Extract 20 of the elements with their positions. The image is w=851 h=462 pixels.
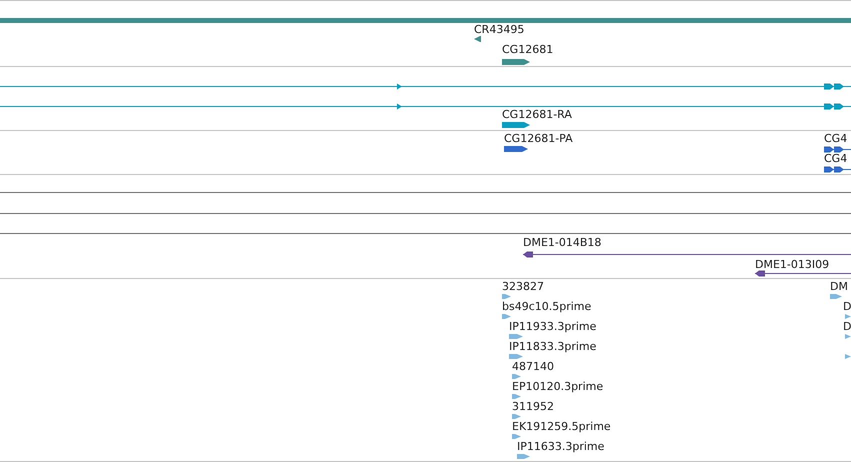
feature-label: CG12681 [502, 43, 554, 56]
feature-label: IP11933.3prime [509, 320, 596, 333]
feature-label: bs49c10.5prime [502, 300, 592, 313]
feature-label: CG4 [824, 152, 848, 165]
feature-label: IP11633.3prime [517, 440, 604, 453]
feature-label: D [843, 320, 851, 333]
feature-label: 311952 [512, 400, 554, 413]
feature-label: D [843, 300, 851, 313]
feature-label: 323827 [502, 280, 544, 293]
feature-label: CG12681-PA [504, 132, 573, 145]
feature-label: CG4 [824, 132, 848, 145]
feature-label: 487140 [512, 360, 554, 373]
feature-label: DM [830, 280, 848, 293]
feature-label: EK191259.5prime [512, 420, 611, 433]
feature-label: CG12681-RA [502, 108, 572, 121]
feature-label: IP11833.3prime [509, 340, 596, 353]
feature-label: CR43495 [474, 23, 524, 36]
feature-label: DME1-013I09 [755, 258, 830, 271]
feature-label: EP10120.3prime [512, 380, 604, 393]
feature-label: DME1-014B18 [523, 236, 602, 249]
